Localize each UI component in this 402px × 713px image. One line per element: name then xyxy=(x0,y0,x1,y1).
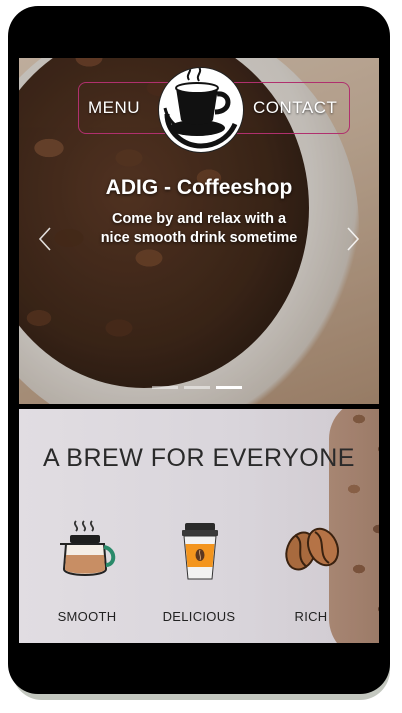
feature-label-rich: RICH xyxy=(294,609,328,624)
takeaway-cup-icon xyxy=(182,523,218,580)
logo[interactable] xyxy=(158,67,244,153)
hero-subtitle: Come by and relax with a nice smooth dri… xyxy=(100,211,298,246)
features-title: A BREW FOR EVERYONE xyxy=(43,444,355,472)
carousel-next-arrow-icon[interactable] xyxy=(337,224,367,254)
carousel-indicator-2[interactable] xyxy=(184,386,210,389)
feature-label-delicious: DELICIOUS xyxy=(162,609,236,624)
carousel-indicator-1[interactable] xyxy=(152,386,178,389)
carousel-indicator-3[interactable] xyxy=(216,386,242,389)
carousel-indicators xyxy=(152,386,242,389)
carousel-prev-arrow-icon[interactable] xyxy=(31,224,61,254)
hero-carousel: MENU CONTACT ADIG - Coffeeshop Come by a… xyxy=(19,58,379,404)
coffee-cup-logo-icon xyxy=(161,68,241,150)
features-section: A BREW FOR EVERYONE SMOOTH DELICIOUS RIC… xyxy=(19,409,379,643)
hero-title: ADIG - Coffeeshop xyxy=(105,176,293,199)
phone-frame: MENU CONTACT ADIG - Coffeeshop Come by a… xyxy=(8,6,390,694)
nav-contact-link[interactable]: CONTACT xyxy=(253,98,337,118)
feature-label-smooth: SMOOTH xyxy=(57,609,117,624)
coffee-pot-icon xyxy=(60,520,116,576)
coffee-beans-icon xyxy=(285,527,340,571)
nav-menu-link[interactable]: MENU xyxy=(88,98,140,118)
